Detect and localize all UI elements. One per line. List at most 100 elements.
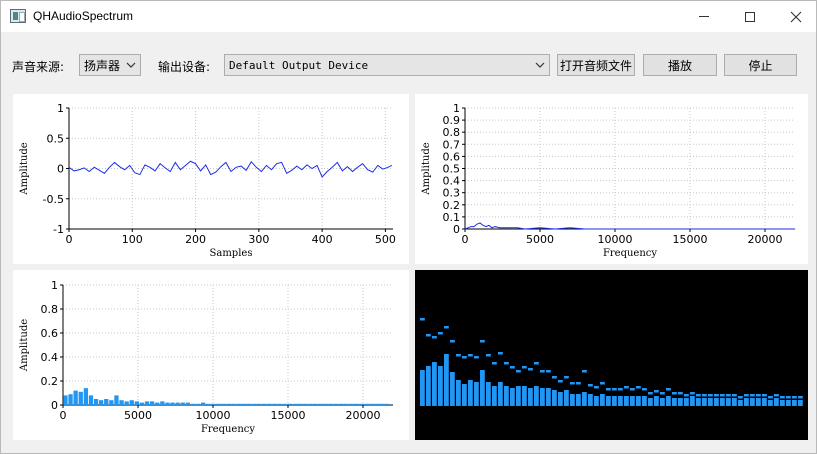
- x-axis-label: Frequency: [201, 424, 255, 435]
- peak-marker: [480, 340, 485, 343]
- bar: [119, 400, 124, 405]
- stop-button[interactable]: 停止: [724, 54, 797, 76]
- data-point: [210, 174, 212, 175]
- x-tick-label: 0: [462, 233, 469, 246]
- peak-marker: [510, 366, 515, 369]
- spectrum-bar-chart-panel: 1 0.8 0.6 0.4 0.2 0 0 5000 10000 15000 20000 Freque…: [13, 270, 409, 440]
- bar: [88, 395, 94, 405]
- peak-marker: [558, 380, 563, 383]
- title-bar[interactable]: QHAudioSpectrum: [1, 1, 816, 32]
- x-tick-label: 15000: [271, 409, 306, 422]
- data-point: [240, 165, 242, 167]
- peak-marker: [768, 396, 773, 399]
- data-point: [387, 166, 389, 168]
- bar: [308, 403, 313, 405]
- bar: [287, 403, 292, 405]
- visualizer-bar: [768, 400, 773, 406]
- minimize-button[interactable]: [681, 1, 727, 32]
- y-tick-label: 0.9: [443, 114, 461, 127]
- peak-marker: [444, 326, 449, 329]
- data-point: [195, 163, 196, 164]
- data-point: [215, 171, 217, 173]
- peak-marker: [798, 396, 803, 399]
- data-point: [119, 166, 120, 167]
- output-device-value: Default Output Device: [229, 58, 369, 72]
- data-point: [614, 228, 616, 230]
- bar: [211, 403, 216, 405]
- data-point: [342, 170, 343, 172]
- spectrum-visualizer-panel: [415, 270, 808, 440]
- y-tick-label: 0.4: [443, 175, 461, 188]
- visualizer-bar: [420, 370, 425, 406]
- visualizer-bar: [678, 398, 683, 406]
- visualizer-bar: [450, 372, 455, 406]
- data-point: [266, 165, 267, 166]
- peak-marker: [504, 362, 509, 365]
- data-point: [499, 227, 500, 229]
- app-icon: [10, 9, 26, 23]
- visualizer-bar: [648, 398, 653, 406]
- data-point: [316, 165, 318, 166]
- output-device-combobox[interactable]: Default Output Device: [224, 54, 550, 76]
- visualizer-bar: [468, 380, 473, 406]
- data-point: [175, 162, 176, 163]
- peak-marker: [666, 388, 671, 391]
- maximize-button[interactable]: [727, 1, 773, 32]
- bar: [313, 403, 318, 405]
- data-point: [230, 171, 232, 172]
- data-point: [734, 228, 736, 230]
- data-point: [347, 166, 348, 167]
- bar: [343, 403, 349, 405]
- open-audio-file-button[interactable]: 打开音频文件: [557, 54, 635, 76]
- data-point: [276, 163, 277, 164]
- data-point: [517, 227, 518, 229]
- bar: [160, 401, 165, 405]
- data-point: [362, 163, 363, 164]
- bar: [185, 402, 190, 405]
- play-button[interactable]: 播放: [643, 54, 717, 76]
- peak-marker: [720, 394, 725, 397]
- peak-marker: [756, 394, 761, 397]
- data-point: [794, 228, 796, 230]
- data-point: [261, 171, 262, 172]
- peak-marker: [672, 392, 677, 395]
- data-point: [271, 169, 272, 171]
- visualizer-bar: [504, 386, 509, 406]
- y-tick-label: 0.8: [443, 126, 461, 139]
- visualizer-bar: [432, 362, 437, 406]
- source-combobox[interactable]: 扬声器: [79, 54, 141, 76]
- bar: [328, 403, 333, 405]
- peak-marker: [516, 370, 521, 373]
- bar: [364, 403, 369, 405]
- bar: [318, 403, 323, 405]
- visualizer-bar: [702, 398, 707, 406]
- peak-marker: [792, 396, 797, 399]
- y-axis-label: Amplitude: [19, 142, 30, 195]
- bar: [99, 400, 104, 405]
- data-point: [554, 228, 556, 230]
- data-point: [367, 169, 368, 171]
- visualizer-bar: [444, 354, 449, 406]
- data-point: [473, 226, 475, 227]
- y-tick-label: 0.3: [443, 187, 461, 200]
- x-tick-label: 5000: [526, 233, 554, 246]
- data-point: [337, 162, 338, 163]
- peak-marker: [600, 382, 605, 385]
- visualizer-bar: [636, 396, 641, 406]
- peak-marker: [438, 332, 443, 335]
- visualizer-bar: [672, 398, 677, 406]
- peak-marker: [714, 394, 719, 397]
- close-button[interactable]: [773, 1, 817, 32]
- spectrum-line-chart-panel: 1 0.9 0.8 0.7 0.6 0.5 0.4 0.3 0.2 0.1 0 0 5000 10000 1…: [415, 94, 808, 264]
- x-tick-label: 0: [66, 233, 73, 246]
- x-tick-label: 20000: [346, 409, 381, 422]
- bar: [369, 403, 374, 405]
- data-point: [159, 163, 161, 164]
- peak-marker: [618, 388, 623, 391]
- bar: [236, 403, 241, 405]
- bar: [252, 403, 257, 405]
- bar: [272, 403, 277, 405]
- peak-marker: [552, 376, 557, 379]
- x-tick-label: 10000: [598, 233, 633, 246]
- y-tick-label: 0: [57, 163, 64, 176]
